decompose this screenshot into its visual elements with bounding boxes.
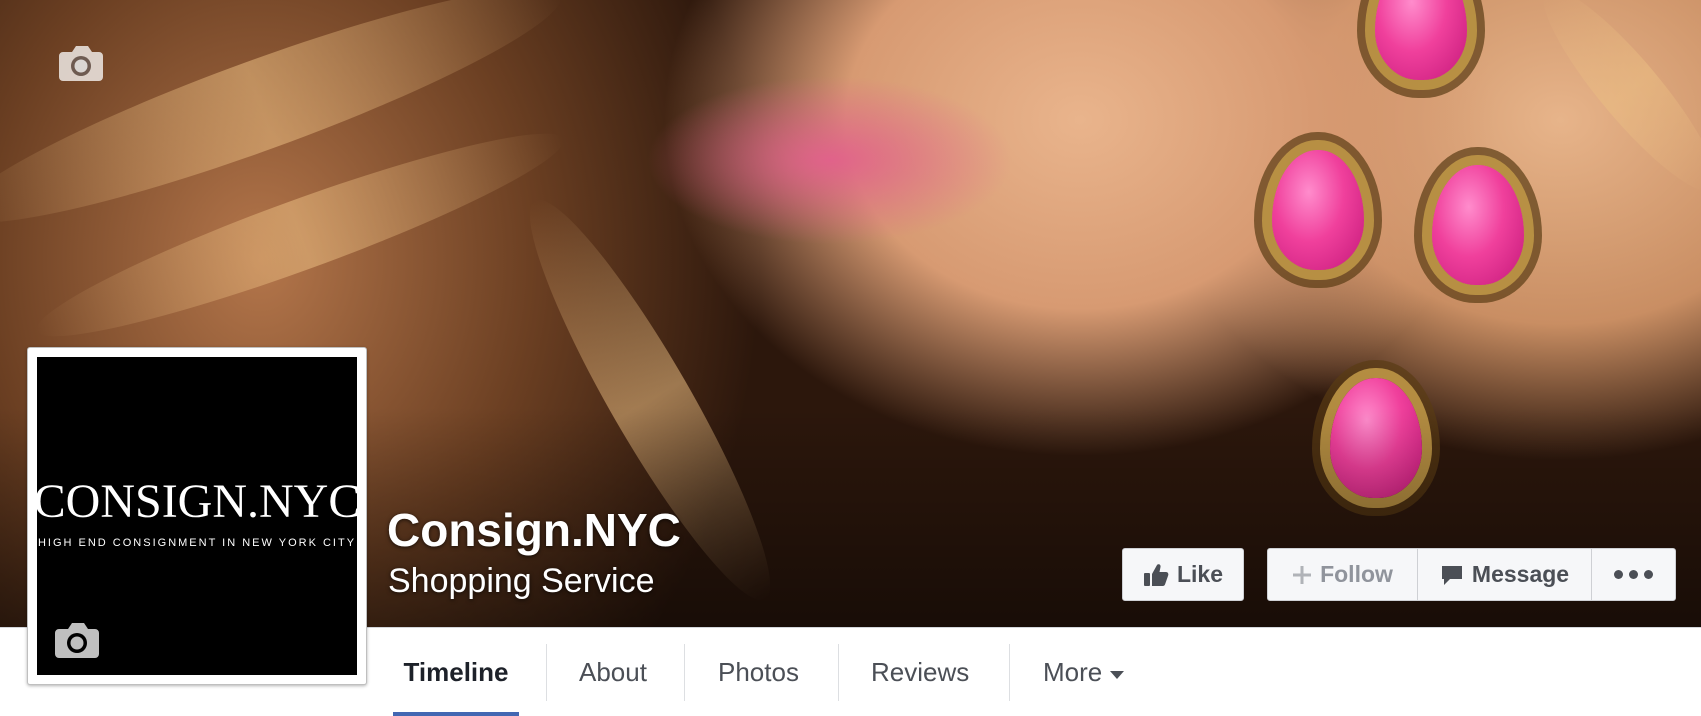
like-button[interactable]: Like	[1122, 548, 1244, 601]
follow-button-label: Follow	[1320, 561, 1393, 587]
caret-down-icon	[1110, 670, 1125, 679]
tab-label: Reviews	[871, 657, 970, 687]
message-button-label: Message	[1471, 561, 1570, 587]
like-button-label: Like	[1176, 561, 1224, 587]
profile-picture-frame[interactable]: CONSIGN.NYC HIGH END CONSIGNMENT IN NEW …	[27, 347, 367, 685]
plus-icon	[1292, 565, 1312, 585]
speech-bubble-icon	[1440, 564, 1464, 586]
tab-photos[interactable]: Photos	[718, 628, 799, 716]
camera-icon[interactable]	[53, 621, 101, 659]
thumbs-up-icon	[1143, 563, 1169, 587]
page-category[interactable]: Shopping Service	[388, 562, 655, 601]
tab-label: Timeline	[403, 657, 509, 687]
tab-reviews[interactable]: Reviews	[871, 628, 969, 716]
tab-timeline[interactable]: Timeline	[393, 628, 519, 716]
ellipsis-icon	[1614, 570, 1653, 579]
tab-label: About	[579, 657, 647, 687]
tab-more[interactable]: More	[1043, 628, 1125, 716]
logo-wordmark: CONSIGN.NYC	[33, 474, 361, 528]
logo-tagline: HIGH END CONSIGNMENT IN NEW YORK CITY	[37, 536, 357, 549]
tab-label: More	[1043, 657, 1103, 687]
follow-button[interactable]: Follow	[1268, 549, 1418, 600]
camera-icon[interactable]	[57, 44, 105, 82]
more-actions-button[interactable]	[1592, 549, 1675, 600]
message-button[interactable]: Message	[1418, 549, 1592, 600]
tab-label: Photos	[718, 657, 799, 687]
tab-about[interactable]: About	[579, 628, 647, 716]
profile-picture: CONSIGN.NYC HIGH END CONSIGNMENT IN NEW …	[34, 357, 360, 675]
active-tab-indicator	[393, 712, 519, 716]
page-actions: Follow Message	[1267, 548, 1676, 601]
page-title[interactable]: Consign.NYC	[387, 503, 681, 557]
